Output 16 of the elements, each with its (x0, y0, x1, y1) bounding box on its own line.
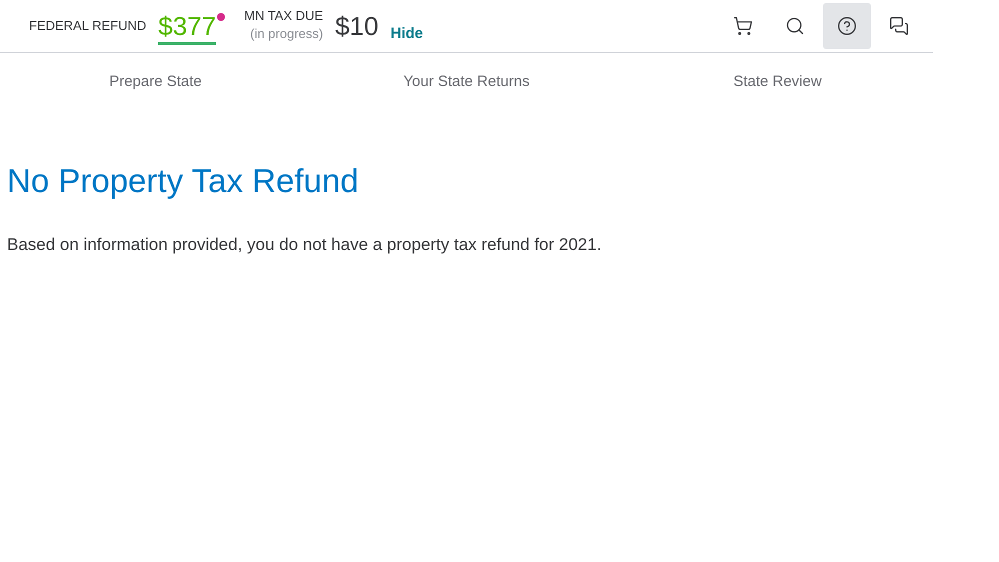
step-label: Prepare State (109, 72, 202, 92)
cart-icon (733, 16, 753, 36)
help-icon (837, 16, 857, 36)
page-title: No Property Tax Refund (7, 160, 360, 201)
federal-refund-amount[interactable]: $377 (158, 10, 216, 44)
state-tax-amount: $10 (335, 10, 378, 42)
step-label: Your State Returns (403, 72, 530, 92)
chat-icon (889, 16, 909, 36)
state-tax-status: (in progress) (250, 25, 324, 43)
message-text: Based on information provided, you do not have a property tax refund for 2021. (7, 234, 602, 256)
help-button[interactable] (823, 3, 871, 49)
hide-link[interactable]: Hide (390, 22, 423, 46)
state-tax-label: MN TAX DUE (244, 8, 324, 24)
federal-refund-label: FEDERAL REFUND (29, 17, 146, 36)
search-icon (785, 16, 805, 36)
step-label: State Review (733, 72, 822, 92)
